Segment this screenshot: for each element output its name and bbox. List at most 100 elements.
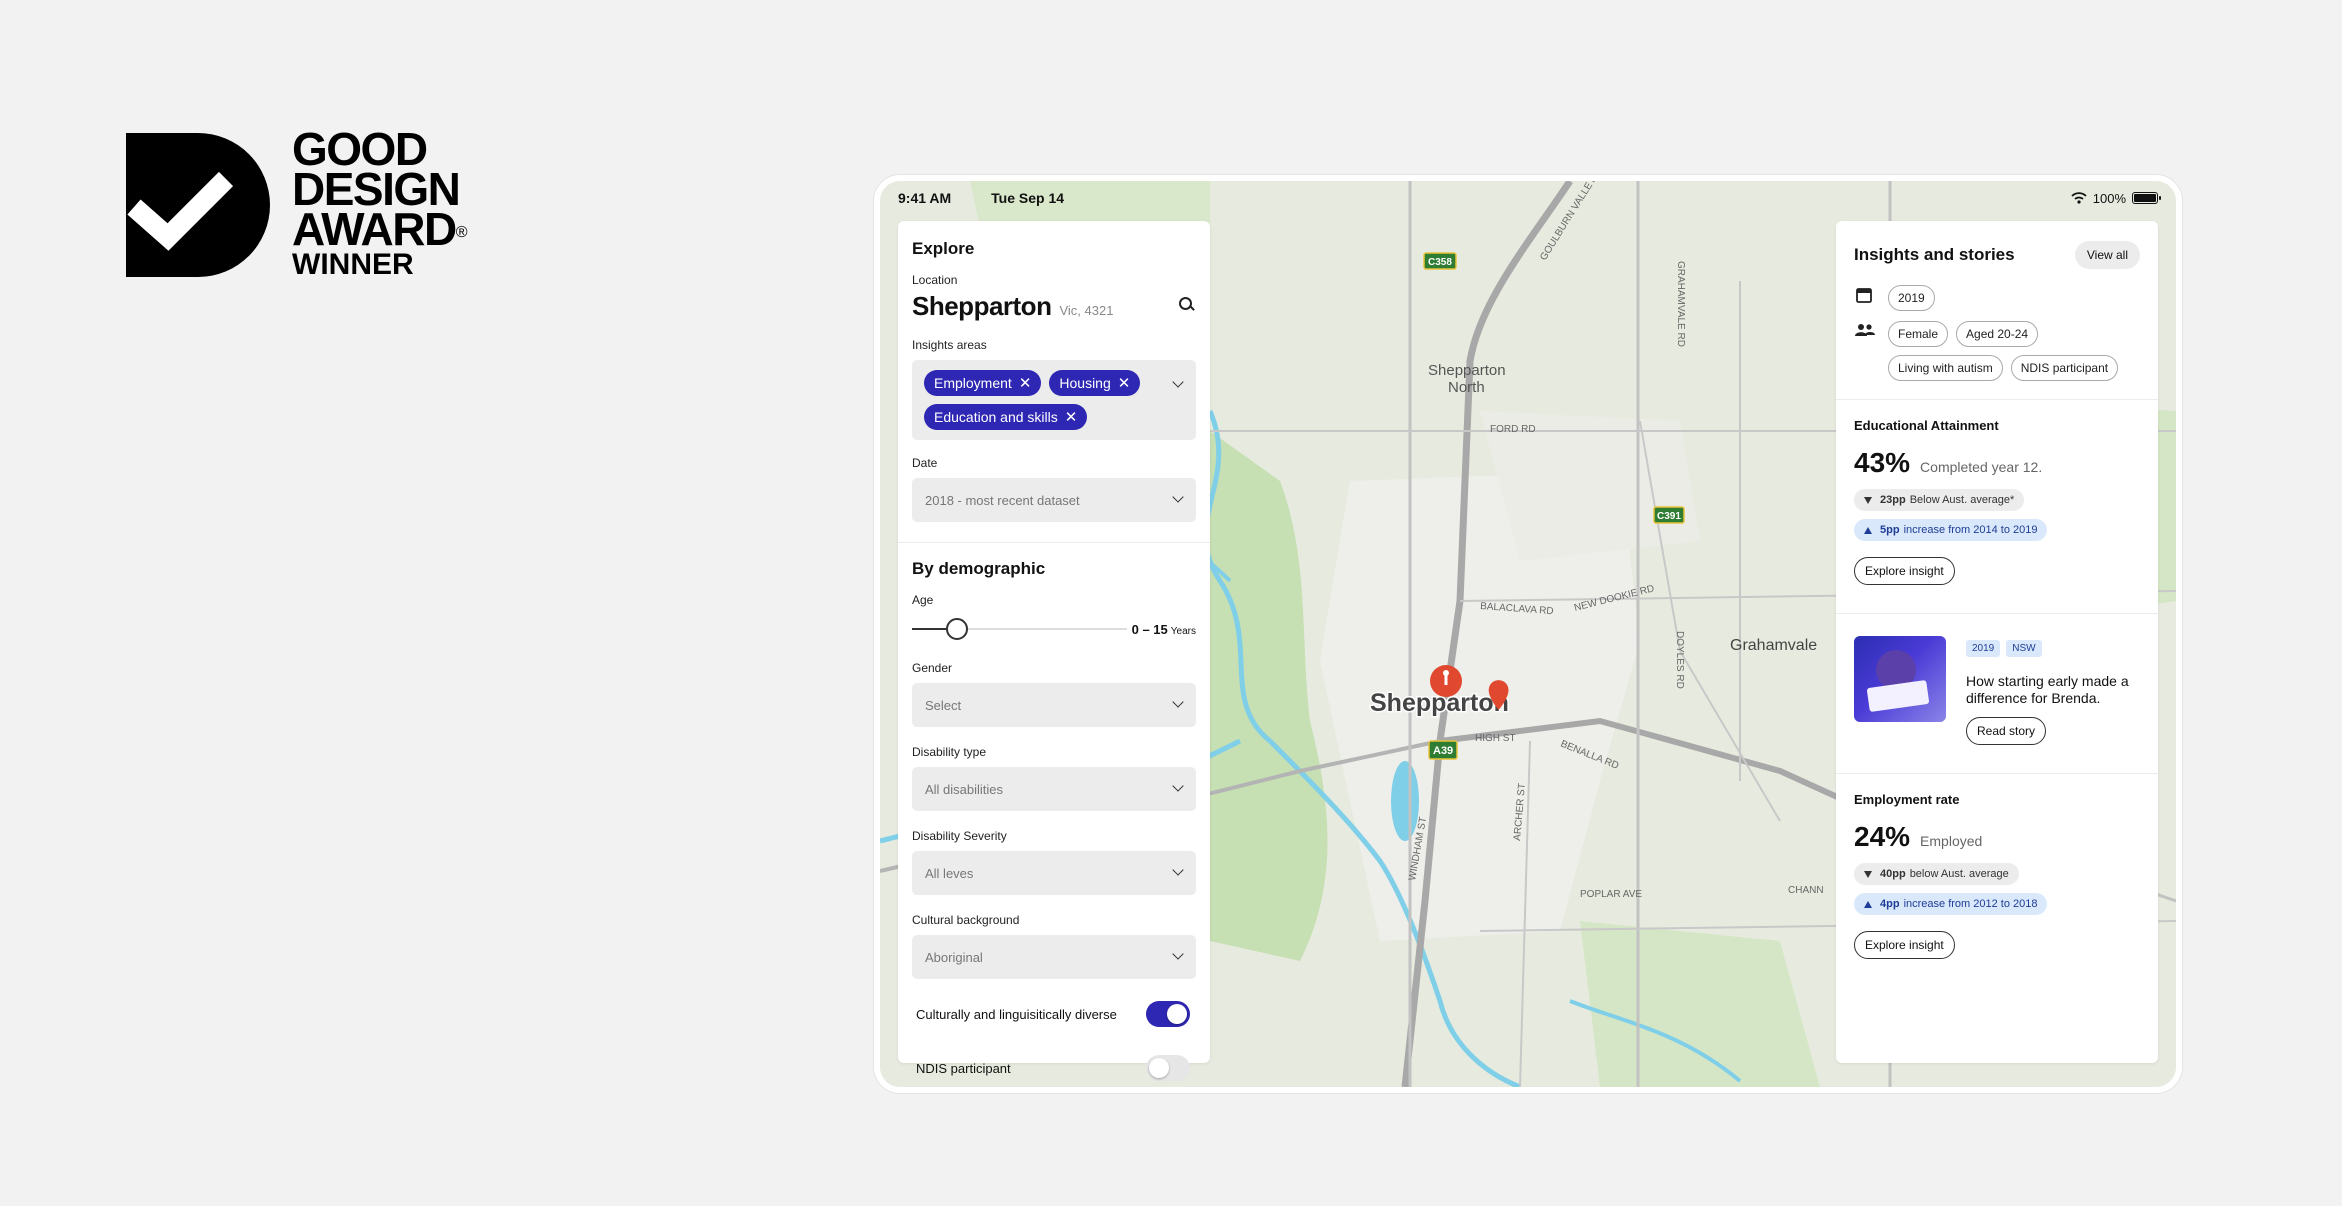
age-slider-thumb[interactable] [946,618,969,640]
calendar-icon [1856,288,1872,303]
divider [898,542,1210,543]
people-icon [1855,324,1875,336]
map-label-grahamvale-rd: GRAHAMVALE RD [1675,261,1686,347]
filter-tag-autism[interactable]: Living with autism [1888,355,2003,381]
education-stat-increase: 5pp increase from 2014 to 2019 [1854,519,2048,541]
location-sub: Vic, 4321 [1059,303,1114,318]
close-icon[interactable]: ✕ [1118,376,1131,391]
good-design-award-logo: GOOD DESIGN AWARD® WINNER [126,126,468,281]
location-name: Shepparton [912,291,1052,321]
chip-housing[interactable]: Housing ✕ [1049,370,1141,396]
insights-areas-select[interactable]: Employment ✕ Housing ✕ Education and skill… [912,360,1196,440]
svg-text:C391: C391 [1657,511,1681,522]
cultural-background-label: Cultural background [912,913,1020,927]
by-demographic-title: By demographic [912,559,1046,578]
story-badge-state: NSW [2006,640,2042,657]
route-shield-c358: C358 [1423,252,1457,270]
map-label-shepparton-north: Shepparton [1428,362,1506,379]
wifi-icon [2071,192,2087,204]
employment-desc: Employed [1920,833,1983,849]
svg-text:A39: A39 [1433,745,1453,757]
chevron-down-icon [1172,780,1184,792]
triangle-up-icon [1864,900,1872,908]
cald-toggle[interactable] [1146,1001,1190,1027]
chevron-down-icon [1172,948,1184,960]
search-icon[interactable] [1174,293,1196,315]
route-shield-c391: C391 [1653,506,1685,524]
age-slider[interactable]: 0 – 15 Years [912,618,1196,640]
tablet-screen: FORD RD BALACLAVA RD NEW DOOKIE RD HIGH … [880,181,2176,1087]
employment-explore-button[interactable]: Explore insight [1854,931,1955,959]
employment-label: Employment rate [1854,792,1960,807]
award-line-award: AWARD® [292,203,468,255]
cald-row: Culturally and linguisitically diverse [912,1001,1196,1027]
story-badge-year: 2019 [1966,640,2001,657]
chevron-down-icon [1172,491,1184,503]
map-label-channel: CHANN [1788,885,1824,896]
read-story-button[interactable]: Read story [1966,717,2047,745]
map-label-high-st: HIGH ST [1475,733,1516,744]
svg-text:C358: C358 [1428,257,1452,268]
insights-panel: Insights and stories View all 2019 Femal… [1836,221,2158,1063]
close-icon[interactable]: ✕ [1065,410,1078,425]
date-label: Date [912,456,938,470]
explore-title: Explore [912,239,975,258]
cald-label: Culturally and linguisitically diverse [916,1006,1117,1022]
chip-education-and-skills[interactable]: Education and skills ✕ [924,404,1088,430]
tablet-frame: FORD RD BALACLAVA RD NEW DOOKIE RD HIGH … [874,175,2182,1093]
map-label-grahamvale: Grahamvale [1730,637,1817,654]
education-label: Educational Attainment [1854,418,1999,433]
cultural-background-select[interactable]: Aboriginal [912,935,1196,979]
battery-percentage: 100% [2092,190,2126,206]
filter-tag-age[interactable]: Aged 20-24 [1956,321,2039,347]
ndis-label: NDIS participant [916,1060,1011,1076]
story-image[interactable] [1854,636,1946,722]
route-shield-a39: A39 [1428,740,1458,760]
gender-select[interactable]: Select [912,683,1196,727]
education-desc: Completed year 12. [1920,459,2043,475]
education-value: 43% [1854,447,1911,478]
status-date: Tue Sep 14 [991,190,1065,206]
map-label-doyles-rd: DOYLES RD [1674,631,1685,689]
view-all-button[interactable]: View all [2074,241,2140,269]
ndis-toggle[interactable] [1146,1055,1190,1081]
education-stat-below: 23pp Below Aust. average* [1854,489,2025,511]
gender-label: Gender [912,661,953,675]
age-slider-track[interactable] [912,618,1127,640]
chip-employment[interactable]: Employment ✕ [924,370,1042,396]
map-label-poplar-ave: POPLAR AVE [1580,889,1642,900]
story-card[interactable]: 2019 NSW How starting early made a diffe… [1836,614,2158,774]
filter-tag-year[interactable]: 2019 [1888,285,1935,311]
date-select[interactable]: 2018 - most recent dataset [912,478,1196,522]
award-check-mark [126,133,270,277]
triangle-down-icon [1864,496,1872,504]
filter-tag-female[interactable]: Female [1888,321,1949,347]
triangle-up-icon [1864,526,1872,534]
explore-panel: Explore Location Shepparton Vic, 4321 In… [898,221,1210,1081]
close-icon[interactable]: ✕ [1019,376,1032,391]
age-label: Age [912,593,934,607]
status-time: 9:41 AM [898,190,952,206]
filter-tag-ndis[interactable]: NDIS participant [2010,355,2119,381]
disability-type-select[interactable]: All disabilities [912,767,1196,811]
employment-stat-increase: 4pp increase from 2012 to 2018 [1854,893,2048,915]
employment-stat-below: 40pp below Aust. average [1854,863,2019,885]
disability-type-label: Disability type [912,745,987,759]
location-label: Location [912,273,958,287]
chevron-down-icon [1172,696,1184,708]
chevron-down-icon[interactable] [1172,376,1184,388]
education-insight-card: Educational Attainment 43% Completed yea… [1836,400,2158,614]
triangle-down-icon [1864,870,1872,878]
map-label-shepparton-north-2: North [1448,379,1485,396]
battery-icon [2132,192,2161,204]
disability-severity-select[interactable]: All leves [912,851,1196,895]
story-title: How starting early made a difference for… [1966,673,2129,706]
chevron-down-icon [1172,864,1184,876]
employment-insight-card: Employment rate 24% Employed 40pp below A… [1836,774,2158,975]
education-explore-button[interactable]: Explore insight [1854,557,1955,585]
map-label-ford-rd: FORD RD [1490,424,1536,435]
insights-areas-label: Insights areas [912,338,987,352]
employment-value: 24% [1854,821,1911,852]
disability-severity-label: Disability Severity [912,829,1007,843]
age-range-value: 0 – 15 Years [1131,621,1196,637]
